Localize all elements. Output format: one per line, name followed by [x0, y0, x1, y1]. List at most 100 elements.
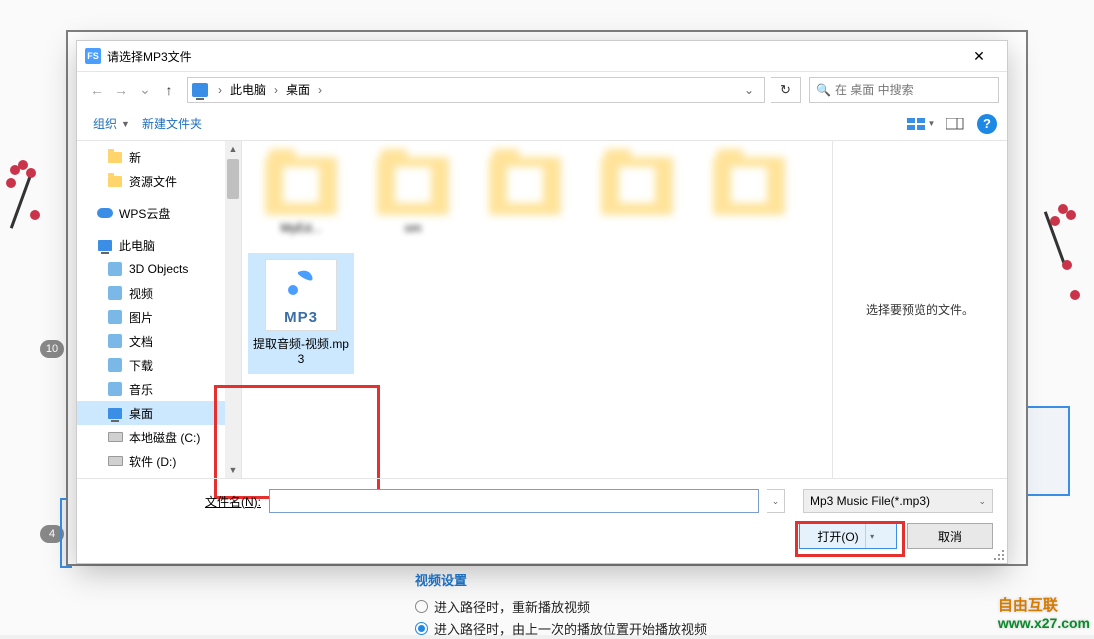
- cancel-button[interactable]: 取消: [907, 523, 993, 549]
- folder-icon: [489, 157, 561, 215]
- forward-button[interactable]: →: [109, 78, 133, 102]
- dialog-title: 请选择MP3文件: [107, 48, 959, 65]
- generic-icon: [107, 358, 123, 372]
- app-icon: FS: [85, 48, 101, 64]
- file-ext-label: MP3: [284, 309, 318, 326]
- tree-item-[interactable]: 资源文件: [77, 169, 241, 193]
- file-label: 提取音频-视频.mp3: [250, 337, 352, 368]
- tree-item-[interactable]: 图片: [77, 305, 241, 329]
- search-input[interactable]: 🔍 在 桌面 中搜索: [809, 77, 999, 103]
- navigation-bar: ← → ⌄ ↑ › 此电脑 › 桌面 › ⌄ ↻ 🔍 在 桌面 中搜索: [77, 71, 1007, 107]
- search-placeholder: 在 桌面 中搜索: [835, 81, 914, 98]
- preview-placeholder-text: 选择要预览的文件。: [866, 301, 974, 318]
- breadcrumb-bar[interactable]: › 此电脑 › 桌面 › ⌄: [187, 77, 765, 103]
- tree-item-[interactable]: 新: [77, 145, 241, 169]
- file-open-dialog: FS 请选择MP3文件 ✕ ← → ⌄ ↑ › 此电脑 › 桌面 › ⌄ ↻ 🔍…: [76, 40, 1008, 564]
- close-button[interactable]: ✕: [959, 42, 999, 70]
- tree-item-c[interactable]: 本地磁盘 (C:): [77, 425, 241, 449]
- cloud-icon: [97, 206, 113, 220]
- tree-item-[interactable]: 音乐: [77, 377, 241, 401]
- tree-item-[interactable]: 下载: [77, 353, 241, 377]
- tree-item-[interactable]: 桌面: [77, 401, 241, 425]
- tree-item-[interactable]: 视频: [77, 281, 241, 305]
- tree-item-label: 桌面: [129, 405, 153, 422]
- radio-unchecked-icon: [415, 600, 428, 613]
- tree-item-[interactable]: 此电脑: [77, 233, 241, 257]
- scroll-thumb[interactable]: [227, 159, 239, 199]
- file-item-mp3[interactable]: MP3 提取音频-视频.mp3: [248, 253, 354, 374]
- back-button[interactable]: ←: [85, 78, 109, 102]
- open-button-label: 打开(O): [817, 528, 858, 545]
- folder-item[interactable]: om: [360, 151, 466, 243]
- search-icon: 🔍: [816, 83, 831, 97]
- tree-item-label: 新: [129, 149, 141, 166]
- filetype-label: Mp3 Music File(*.mp3): [810, 494, 930, 508]
- tree-item-d[interactable]: 软件 (D:): [77, 449, 241, 473]
- navigation-tree: 新资源文件 WPS云盘此电脑 3D Objects 视频图片文档下载音乐桌面本地磁盘 …: [77, 141, 242, 478]
- filename-input[interactable]: [269, 489, 759, 513]
- tree-item-label: 软件 (D:): [129, 453, 176, 470]
- organize-menu[interactable]: 组织 ▼: [87, 111, 136, 136]
- tree-item-label: 资源文件: [129, 173, 177, 190]
- dialog-body: 新资源文件 WPS云盘此电脑 3D Objects 视频图片文档下载音乐桌面本地磁盘 …: [77, 141, 1007, 478]
- chevron-down-icon: ▼: [121, 119, 130, 129]
- up-button[interactable]: ↑: [157, 78, 181, 102]
- breadcrumb-this-pc[interactable]: 此电脑: [226, 81, 270, 98]
- generic-icon: [107, 286, 123, 300]
- help-button[interactable]: ?: [977, 114, 997, 134]
- generic-icon: [107, 310, 123, 324]
- tree-scrollbar[interactable]: ▲ ▼: [225, 141, 241, 478]
- tree-item-label: WPS云盘: [119, 205, 170, 222]
- folder-item[interactable]: [472, 151, 578, 243]
- generic-icon: [107, 334, 123, 348]
- tree-item-label: 3D Objects: [129, 262, 188, 276]
- background-settings-panel: 视频设置 进入路径时，重新播放视频 进入路径时，由上一次的播放位置开始播放视频: [415, 570, 707, 639]
- refresh-button[interactable]: ↻: [771, 77, 801, 103]
- tree-item-label: 本地磁盘 (C:): [129, 429, 200, 446]
- new-folder-button[interactable]: 新建文件夹: [136, 111, 208, 136]
- video-option-resume[interactable]: 进入路径时，由上一次的播放位置开始播放视频: [415, 617, 707, 639]
- scroll-down-icon[interactable]: ▼: [225, 462, 241, 478]
- pc-icon: [107, 406, 123, 420]
- watermark: 自由互联 www.x27.com: [998, 594, 1090, 631]
- view-mode-button[interactable]: ▼: [905, 111, 937, 137]
- preview-pane-button[interactable]: [939, 111, 971, 137]
- dialog-footer: 文件名(N): ⌄ Mp3 Music File(*.mp3) ⌄ 打开(O) …: [77, 478, 1007, 563]
- tree-item-3dobjects[interactable]: 3D Objects: [77, 257, 241, 281]
- folder-label: om: [405, 221, 422, 237]
- tree-item-label: 图片: [129, 309, 153, 326]
- preview-pane: 选择要预览的文件。: [832, 141, 1007, 478]
- filename-history-dropdown[interactable]: ⌄: [767, 489, 785, 513]
- mp3-file-icon: MP3: [265, 259, 337, 331]
- tree-item-label: 视频: [129, 285, 153, 302]
- folder-item[interactable]: MyEd...: [248, 151, 354, 243]
- tree-item-wps[interactable]: WPS云盘: [77, 201, 241, 225]
- open-button[interactable]: 打开(O) ▾: [799, 523, 897, 549]
- scroll-up-icon[interactable]: ▲: [225, 141, 241, 157]
- folder-item[interactable]: [696, 151, 802, 243]
- folder-icon: [265, 157, 337, 215]
- video-settings-header: 视频设置: [415, 570, 707, 589]
- recent-locations-button[interactable]: ⌄: [133, 78, 157, 102]
- video-option-label: 进入路径时，重新播放视频: [434, 597, 590, 616]
- folder-icon: [107, 174, 123, 188]
- breadcrumb-dropdown[interactable]: ⌄: [738, 83, 760, 97]
- disk-icon: [107, 454, 123, 468]
- titlebar: FS 请选择MP3文件 ✕: [77, 41, 1007, 71]
- folder-item[interactable]: [584, 151, 690, 243]
- pc-icon: [192, 83, 208, 97]
- folder-icon: [601, 157, 673, 215]
- breadcrumb-sep: ›: [270, 83, 282, 97]
- file-list[interactable]: MyEd... om MP3 提取音频-视频.mp3: [242, 141, 832, 478]
- tree-item-label: 音乐: [129, 381, 153, 398]
- filetype-select[interactable]: Mp3 Music File(*.mp3) ⌄: [803, 489, 993, 513]
- breadcrumb-desktop[interactable]: 桌面: [282, 81, 314, 98]
- tree-item-[interactable]: 文档: [77, 329, 241, 353]
- chevron-down-icon: ⌄: [978, 496, 986, 507]
- video-option-restart[interactable]: 进入路径时，重新播放视频: [415, 595, 707, 617]
- watermark-cn: 自由互联: [998, 594, 1090, 615]
- resize-grip[interactable]: [992, 548, 1004, 560]
- disk-icon: [107, 430, 123, 444]
- tree-item-label: 下载: [129, 357, 153, 374]
- open-button-dropdown[interactable]: ▾: [865, 524, 879, 548]
